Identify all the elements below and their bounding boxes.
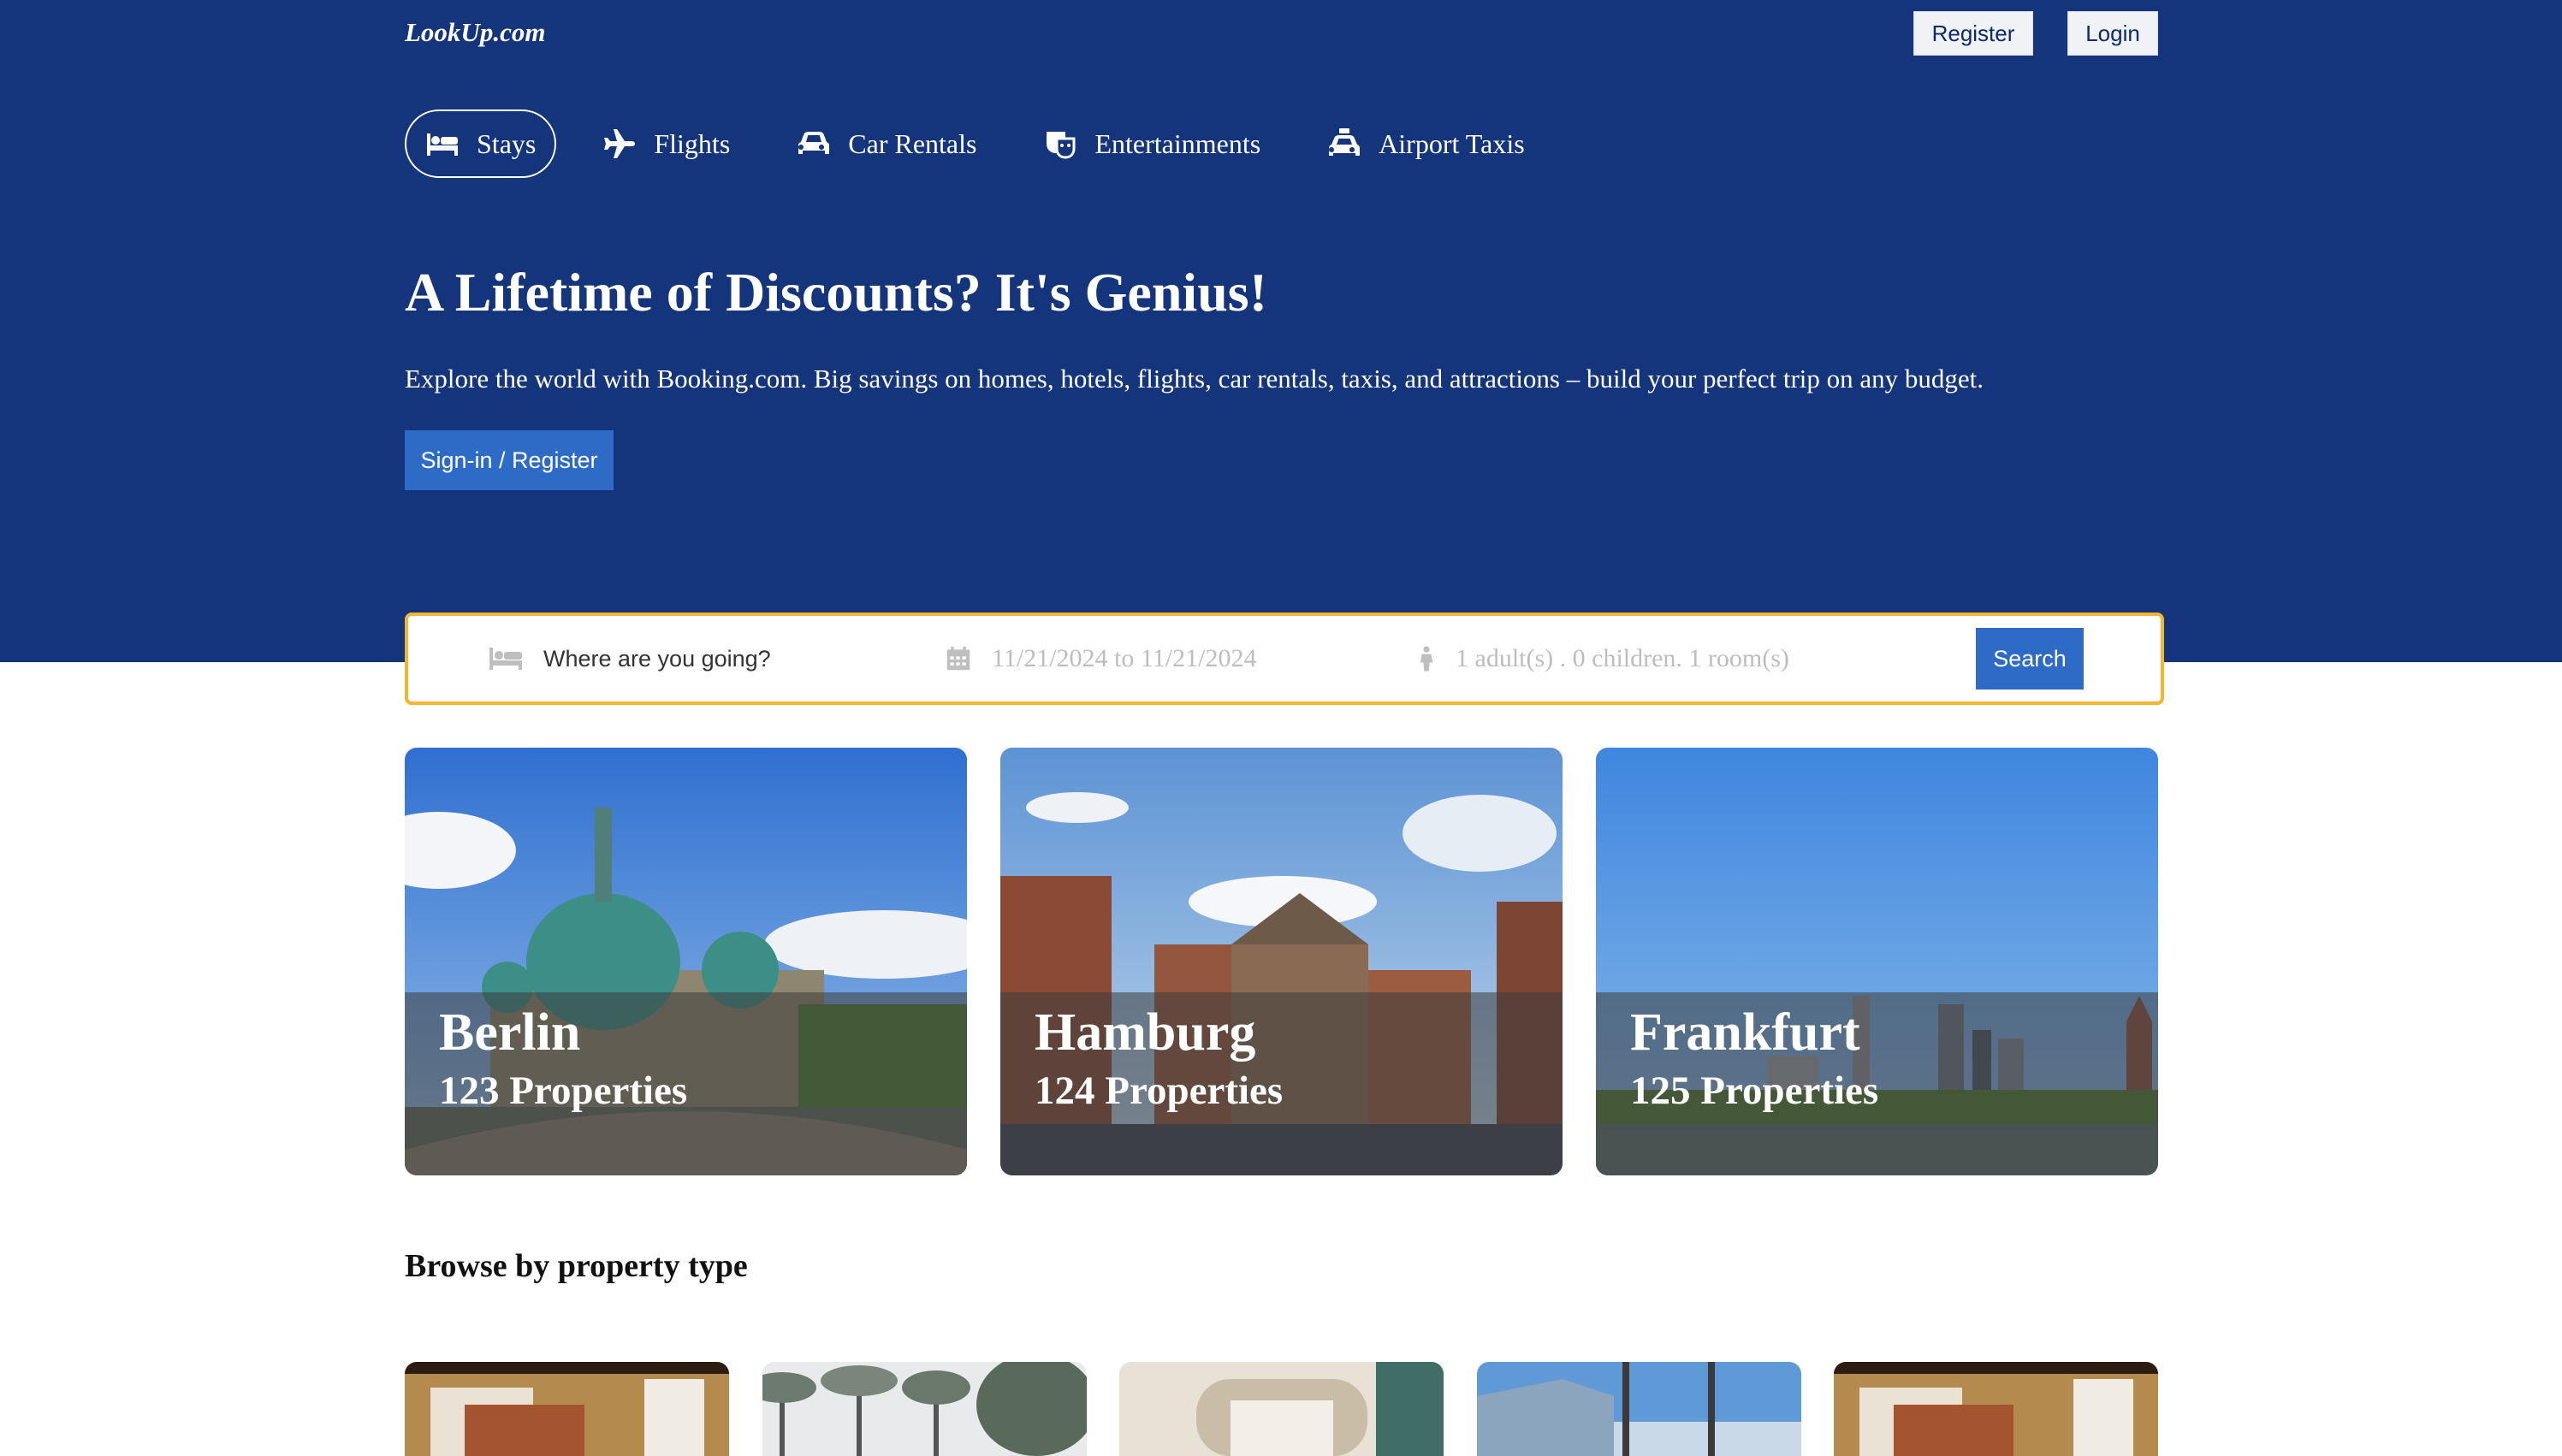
- date-range-text: 11/21/2024 to 11/21/2024: [992, 644, 1257, 672]
- search-bar: 11/21/2024 to 11/21/2024 1 adult(s) . 0 …: [405, 613, 2164, 705]
- nav-item-airport-taxis[interactable]: Airport Taxis: [1307, 109, 1545, 178]
- hero-headline: A Lifetime of Discounts? It's Genius!: [405, 262, 1267, 323]
- nav-item-car-rentals[interactable]: Car Rentals: [776, 109, 997, 178]
- car-icon: [798, 132, 830, 154]
- property-type-card[interactable]: [1477, 1362, 1801, 1456]
- city-name: Berlin: [439, 1003, 581, 1062]
- city-property-count: 125 Properties: [1630, 1068, 1879, 1113]
- nav-item-entertainments[interactable]: Entertainments: [1023, 109, 1281, 178]
- nav-item-label: Flights: [654, 127, 731, 159]
- city-card-frankfurt[interactable]: Frankfurt 125 Properties: [1596, 748, 2158, 1175]
- property-photo: [762, 1362, 1087, 1456]
- property-type-card[interactable]: [1119, 1362, 1444, 1456]
- destination-field[interactable]: [489, 616, 908, 701]
- city-property-count: 124 Properties: [1035, 1068, 1284, 1113]
- signin-register-button[interactable]: Sign-in / Register: [405, 430, 614, 490]
- city-name: Frankfurt: [1630, 1003, 1860, 1062]
- bed-icon: [489, 648, 522, 670]
- nav-item-label: Car Rentals: [848, 127, 977, 159]
- date-field[interactable]: 11/21/2024 to 11/21/2024: [946, 616, 1256, 701]
- site-logo[interactable]: LookUp.com: [405, 17, 545, 48]
- property-photo: [405, 1362, 729, 1456]
- guests-text: 1 adult(s) . 0 children. 1 room(s): [1456, 644, 1789, 672]
- nav-item-stays[interactable]: Stays: [405, 109, 557, 178]
- hero-banner: [0, 0, 2562, 662]
- nav-item-label: Entertainments: [1094, 127, 1261, 159]
- hero-subtext: Explore the world with Booking.com. Big …: [405, 364, 1984, 394]
- login-button[interactable]: Login: [2067, 11, 2158, 56]
- calendar-icon: [946, 646, 970, 671]
- category-nav: Stays Flights Car Rentals Entertainments…: [405, 109, 1571, 178]
- entertainment-icon: [1047, 132, 1076, 159]
- nav-item-label: Airport Taxis: [1379, 127, 1525, 159]
- taxi-icon: [1329, 128, 1361, 156]
- destination-input[interactable]: [543, 645, 903, 672]
- property-photo: [1119, 1362, 1444, 1456]
- register-button[interactable]: Register: [1913, 11, 2033, 56]
- property-type-card[interactable]: [762, 1362, 1087, 1456]
- nav-item-label: Stays: [477, 127, 537, 159]
- browse-property-type-heading: Browse by property type: [405, 1248, 748, 1284]
- city-card-hamburg[interactable]: Hamburg 124 Properties: [1000, 748, 1563, 1175]
- property-type-card[interactable]: [1834, 1362, 2158, 1456]
- property-type-card[interactable]: [405, 1362, 729, 1456]
- search-button[interactable]: Search: [1976, 628, 2084, 690]
- property-photo: [1477, 1362, 1801, 1456]
- plane-icon: [604, 129, 636, 158]
- city-name: Hamburg: [1035, 1003, 1256, 1062]
- city-card-berlin[interactable]: Berlin 123 Properties: [405, 748, 967, 1175]
- city-property-count: 123 Properties: [439, 1068, 688, 1113]
- guests-field[interactable]: 1 adult(s) . 0 children. 1 room(s): [1418, 616, 1789, 701]
- person-icon: [1420, 646, 1433, 672]
- bed-icon: [427, 133, 458, 156]
- property-photo: [1834, 1362, 2158, 1456]
- nav-item-flights[interactable]: Flights: [582, 109, 750, 178]
